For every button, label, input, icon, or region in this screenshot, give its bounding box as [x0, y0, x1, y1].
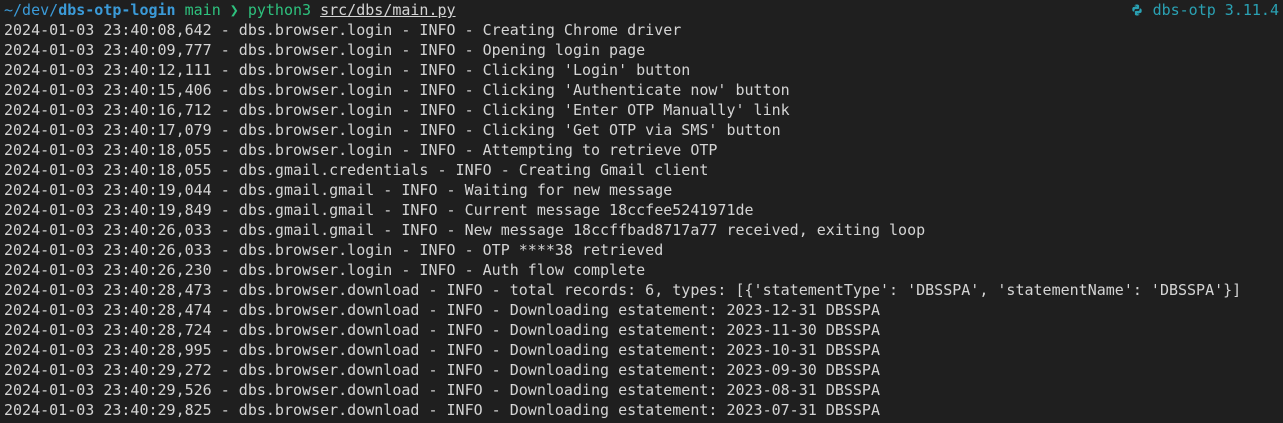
log-output: 2024-01-03 23:40:08,642 - dbs.browser.lo… [4, 20, 1279, 420]
log-line: 2024-01-03 23:40:26,033 - dbs.gmail.gmai… [4, 221, 926, 239]
log-line: 2024-01-03 23:40:29,526 - dbs.browser.do… [4, 381, 880, 399]
prompt-command: python3 [247, 1, 312, 19]
log-line: 2024-01-03 23:40:16,712 - dbs.browser.lo… [4, 101, 790, 119]
terminal-window[interactable]: ~/dev/dbs-otp-login main ❯ python3 src/d… [0, 0, 1283, 423]
log-line: 2024-01-03 23:40:28,724 - dbs.browser.do… [4, 321, 880, 339]
prompt-git-branch: main [184, 1, 221, 19]
log-line: 2024-01-03 23:40:28,473 - dbs.browser.do… [4, 281, 1242, 299]
log-line: 2024-01-03 23:40:28,995 - dbs.browser.do… [4, 341, 880, 359]
python-env-label: dbs-otp 3.11.4 [1152, 1, 1279, 19]
log-line: 2024-01-03 23:40:12,111 - dbs.browser.lo… [4, 61, 691, 79]
log-line: 2024-01-03 23:40:18,055 - dbs.gmail.cred… [4, 161, 709, 179]
log-line: 2024-01-03 23:40:26,230 - dbs.browser.lo… [4, 261, 646, 279]
python-env-indicator: dbs-otp 3.11.4 [1131, 0, 1279, 20]
log-line: 2024-01-03 23:40:28,474 - dbs.browser.do… [4, 301, 880, 319]
log-line: 2024-01-03 23:40:18,055 - dbs.browser.lo… [4, 141, 718, 159]
log-line: 2024-01-03 23:40:15,406 - dbs.browser.lo… [4, 81, 790, 99]
log-line: 2024-01-03 23:40:09,777 - dbs.browser.lo… [4, 41, 646, 59]
python-icon [1131, 4, 1142, 16]
log-line: 2024-01-03 23:40:29,272 - dbs.browser.do… [4, 361, 880, 379]
log-line: 2024-01-03 23:40:19,849 - dbs.gmail.gmai… [4, 201, 754, 219]
prompt-chevron-icon: ❯ [229, 1, 239, 19]
prompt-path: ~/dev/ [4, 1, 59, 19]
prompt-script-path[interactable]: src/dbs/main.py [320, 1, 455, 19]
prompt-repo-name: dbs-otp-login [58, 1, 176, 19]
log-line: 2024-01-03 23:40:26,033 - dbs.browser.lo… [4, 241, 664, 259]
log-line: 2024-01-03 23:40:29,825 - dbs.browser.do… [4, 401, 880, 419]
shell-prompt: ~/dev/dbs-otp-login main ❯ python3 src/d… [4, 0, 1279, 20]
log-line: 2024-01-03 23:40:17,079 - dbs.browser.lo… [4, 121, 781, 139]
log-line: 2024-01-03 23:40:08,642 - dbs.browser.lo… [4, 21, 682, 39]
log-line: 2024-01-03 23:40:19,044 - dbs.gmail.gmai… [4, 181, 673, 199]
